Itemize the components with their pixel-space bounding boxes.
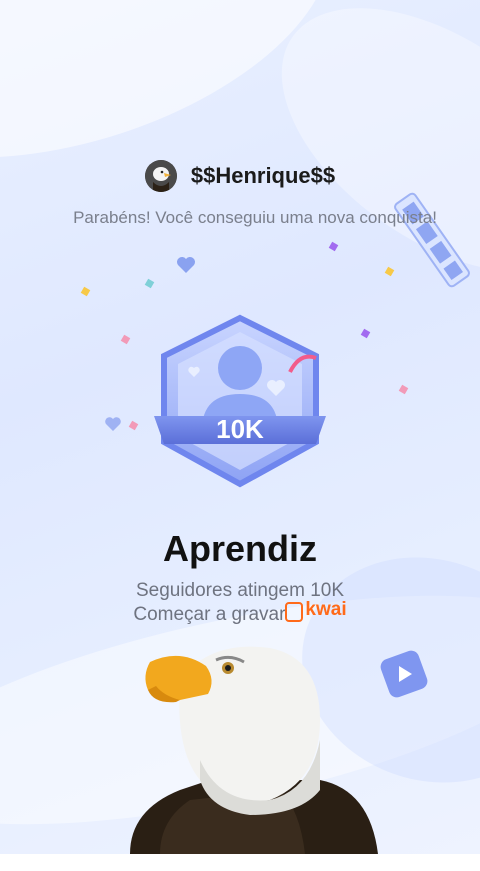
kwai-brand-text: kwai (305, 599, 347, 620)
film-strip-icon (394, 192, 470, 288)
user-row: $$Henrique$$ (0, 160, 480, 192)
congrats-message: Parabéns! Você conseguiu uma nova conqui… (73, 208, 437, 227)
avatar[interactable] (144, 160, 177, 192)
follower-badge-icon: 10K (154, 314, 326, 488)
eagle-image (130, 646, 378, 854)
kwai-logo-icon (285, 602, 304, 622)
record-cta[interactable]: Começar a gravar kwai (0, 599, 480, 626)
heart-icon (105, 417, 121, 431)
heart-icon (177, 257, 195, 273)
badge-value-label: 10K (216, 414, 264, 444)
play-tile-icon (380, 650, 428, 698)
achievement-title: Aprendiz (162, 528, 317, 569)
record-cta-label: Começar a gravar (133, 604, 286, 625)
username[interactable]: $$Henrique$$ (191, 163, 335, 189)
kwai-logo: kwai (285, 599, 347, 622)
eagle-avatar-icon (144, 160, 177, 192)
